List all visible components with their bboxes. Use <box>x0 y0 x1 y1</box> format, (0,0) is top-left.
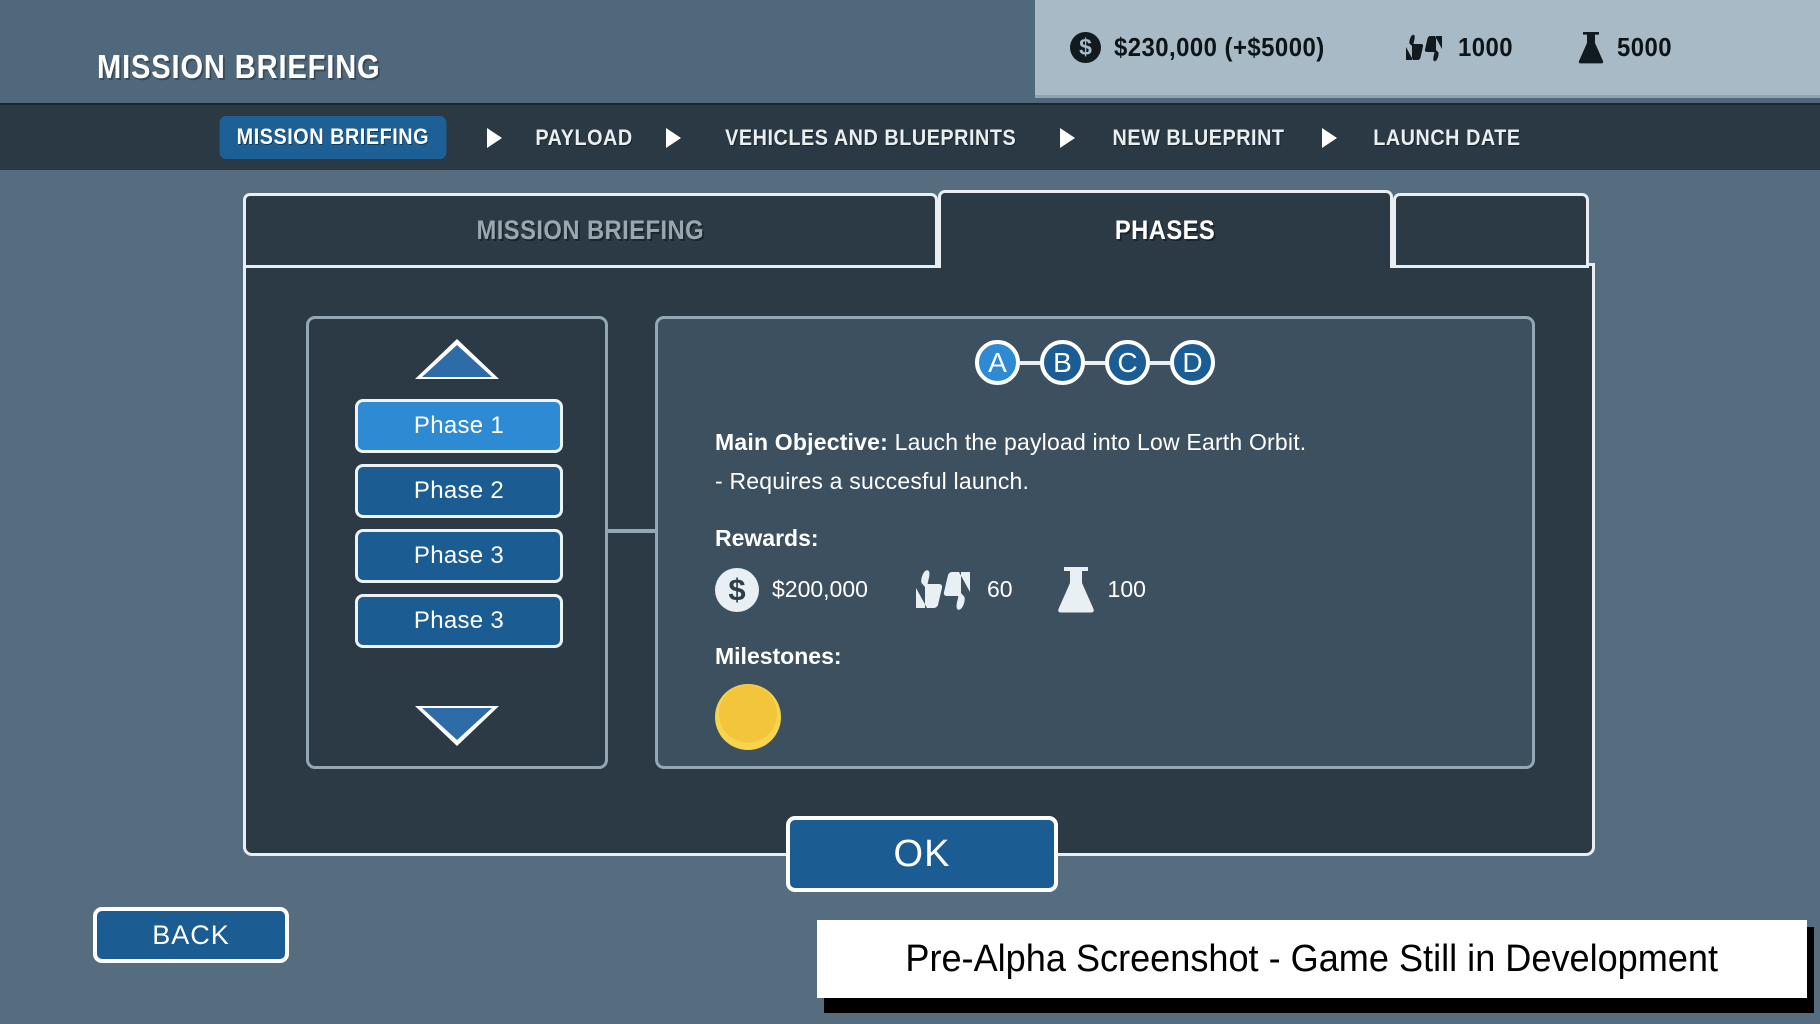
chevron-right-icon <box>1060 127 1076 148</box>
breadcrumb: MISSION BRIEFING PAYLOAD VEHICLES AND BL… <box>0 103 1820 170</box>
phase-button-1[interactable]: Phase 1 <box>355 399 563 453</box>
game-screen: MISSION BRIEFING $ $230,000 (+$5000) 100… <box>0 0 1820 1024</box>
main-objective-label: Main Objective: <box>715 429 888 455</box>
milestones-heading: Milestones: <box>715 643 842 669</box>
phase-button-3-label: Phase 3 <box>413 542 505 569</box>
objective-requirement: - Requires a succesful launch. <box>715 468 1030 494</box>
phase-node-chain: A B C D <box>658 340 1532 385</box>
breadcrumb-item-payload[interactable]: PAYLOAD <box>535 125 632 151</box>
chevron-right-icon <box>486 127 502 148</box>
phase-node-c[interactable]: C <box>1105 340 1150 385</box>
tab-mission-briefing[interactable]: MISSION BRIEFING <box>243 193 938 268</box>
watermark-text: Pre-Alpha Screenshot - Game Still in Dev… <box>905 937 1719 980</box>
node-link <box>1085 360 1105 365</box>
ok-button[interactable]: OK <box>786 816 1058 892</box>
phase-detail-body: Main Objective: Lauch the payload into L… <box>715 429 1512 750</box>
phase-list-panel: Phase 1 Phase 2 Phase 3 Phase 3 <box>306 316 608 769</box>
phase-button-4-label: Phase 3 <box>413 607 505 634</box>
node-link <box>1020 360 1040 365</box>
phase-detail-panel: A B C D Main Objective: Lauch the payloa… <box>655 316 1535 769</box>
rewards-row: $ $200,000 60 100 <box>715 566 1512 613</box>
scroll-down-arrow[interactable] <box>422 708 492 740</box>
reward-science-value: 100 <box>1107 576 1146 602</box>
reward-money: $ $200,000 <box>715 567 868 612</box>
gold-coin-icon <box>715 684 781 750</box>
reward-science: 100 <box>1057 566 1146 613</box>
phase-button-2-label: Phase 2 <box>413 477 505 504</box>
breadcrumb-item-vehicles-and-blueprints[interactable]: VEHICLES AND BLUEPRINTS <box>725 125 1016 151</box>
resource-science: 5000 <box>1578 31 1677 64</box>
chevron-right-icon <box>665 127 681 148</box>
phase-button-4[interactable]: Phase 3 <box>355 594 563 648</box>
phase-button-1-label: Phase 1 <box>413 412 505 439</box>
node-link <box>1150 360 1170 365</box>
money-icon: $ <box>715 567 759 612</box>
phase-node-b[interactable]: B <box>1040 340 1085 385</box>
watermark-banner: Pre-Alpha Screenshot - Game Still in Dev… <box>817 920 1807 998</box>
breadcrumb-item-new-blueprint[interactable]: NEW BLUEPRINT <box>1113 125 1285 151</box>
top-bar: MISSION BRIEFING $ $230,000 (+$5000) 100… <box>0 0 1820 103</box>
phase-node-c-label: C <box>1117 346 1138 378</box>
main-objective: Main Objective: Lauch the payload into L… <box>715 429 1512 456</box>
tab-mission-briefing-label: MISSION BRIEFING <box>476 215 705 245</box>
resource-bar: $ $230,000 (+$5000) 1000 5000 <box>1035 0 1820 98</box>
resource-science-value: 5000 <box>1616 32 1672 62</box>
phase-button-2[interactable]: Phase 2 <box>355 464 563 518</box>
phase-node-a-label: A <box>988 346 1007 378</box>
panel-connector-line <box>608 529 656 533</box>
reputation-icon <box>1403 33 1445 63</box>
breadcrumb-item-mission-briefing[interactable]: MISSION BRIEFING <box>219 116 447 159</box>
phase-node-a[interactable]: A <box>975 340 1020 385</box>
phase-button-group: Phase 1 Phase 2 Phase 3 Phase 3 <box>355 399 563 648</box>
resource-money: $ $230,000 (+$5000) <box>1070 32 1343 63</box>
phase-node-b-label: B <box>1053 346 1072 378</box>
tab-phases-label: PHASES <box>1115 215 1216 245</box>
phase-node-d-label: D <box>1182 346 1203 378</box>
breadcrumb-item-launch-date[interactable]: LAUNCH DATE <box>1374 125 1521 151</box>
resource-reputation: 1000 <box>1403 32 1518 63</box>
tab-phases[interactable]: PHASES <box>938 190 1393 268</box>
resource-money-value: $230,000 (+$5000) <box>1114 32 1325 62</box>
reward-reputation-value: 60 <box>986 576 1013 602</box>
back-button-label: BACK <box>152 919 230 950</box>
phase-node-d[interactable]: D <box>1170 340 1215 385</box>
page-title: MISSION BRIEFING <box>97 48 381 85</box>
tab-empty[interactable] <box>1393 193 1589 268</box>
reward-reputation: 60 <box>912 568 1013 612</box>
phase-button-3[interactable]: Phase 3 <box>355 529 563 583</box>
reputation-icon <box>912 568 974 612</box>
scroll-up-arrow[interactable] <box>422 345 492 377</box>
tab-bar: MISSION BRIEFING PHASES <box>243 190 1589 268</box>
rewards-heading: Rewards: <box>715 525 819 551</box>
resource-reputation-value: 1000 <box>1457 32 1514 62</box>
science-icon <box>1578 31 1604 64</box>
main-objective-text: Lauch the payload into Low Earth Orbit. <box>887 429 1307 455</box>
money-icon: $ <box>1070 32 1101 63</box>
reward-money-value: $200,000 <box>772 576 868 602</box>
active-tab-seam <box>941 260 1388 268</box>
mission-panel: Phase 1 Phase 2 Phase 3 Phase 3 A B C D … <box>243 263 1595 856</box>
chevron-right-icon <box>1322 127 1338 148</box>
back-button[interactable]: BACK <box>93 907 289 963</box>
science-icon <box>1057 566 1095 613</box>
ok-button-label: OK <box>893 832 951 875</box>
